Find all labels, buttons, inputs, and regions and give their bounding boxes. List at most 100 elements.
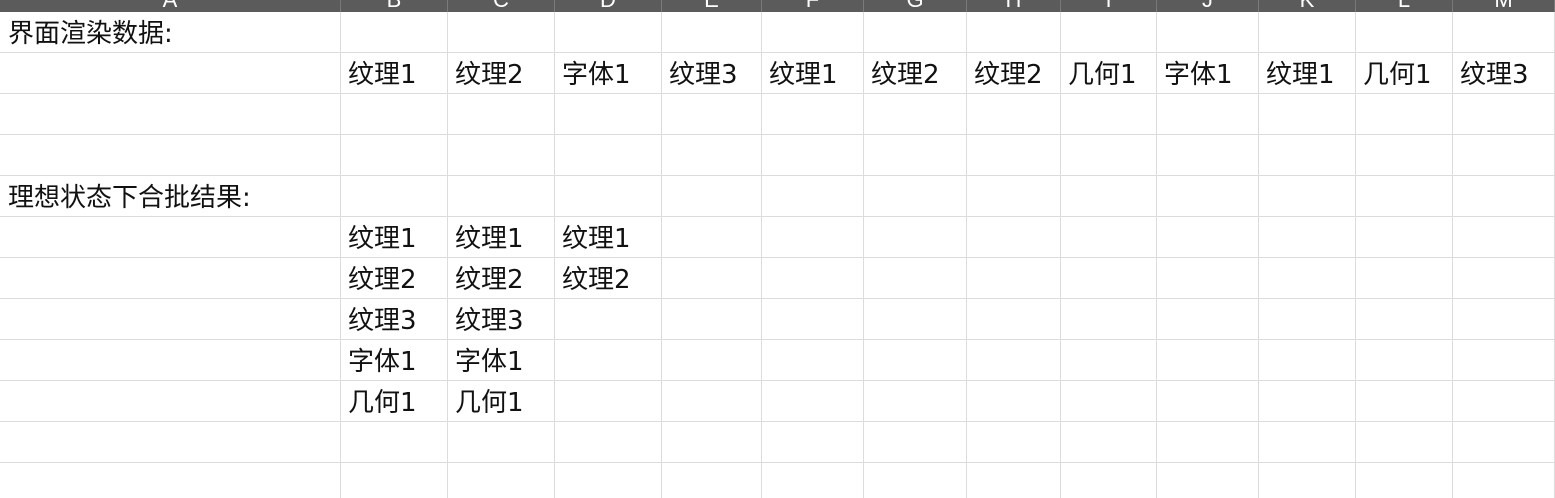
column-header-f[interactable]: F — [762, 0, 864, 12]
cell-i3[interactable] — [1061, 94, 1157, 135]
cell-c10[interactable]: 几何1 — [448, 381, 555, 422]
cell-d3[interactable] — [555, 94, 662, 135]
cell-g4[interactable] — [864, 135, 967, 176]
column-header-g[interactable]: G — [864, 0, 967, 12]
cell-i12[interactable] — [1061, 463, 1157, 498]
cell-m2[interactable]: 纹理3 — [1453, 53, 1555, 94]
cell-h6[interactable] — [967, 217, 1061, 258]
cell-l5[interactable] — [1356, 176, 1453, 217]
cell-f7[interactable] — [762, 258, 864, 299]
cell-k3[interactable] — [1259, 94, 1356, 135]
cell-m10[interactable] — [1453, 381, 1555, 422]
cell-i11[interactable] — [1061, 422, 1157, 463]
cell-i9[interactable] — [1061, 340, 1157, 381]
cell-k8[interactable] — [1259, 299, 1356, 340]
cell-b7[interactable]: 纹理2 — [341, 258, 448, 299]
cell-i8[interactable] — [1061, 299, 1157, 340]
cell-f11[interactable] — [762, 422, 864, 463]
cell-g7[interactable] — [864, 258, 967, 299]
cell-m6[interactable] — [1453, 217, 1555, 258]
cell-e3[interactable] — [662, 94, 762, 135]
cell-a11[interactable] — [0, 422, 341, 463]
cell-f10[interactable] — [762, 381, 864, 422]
cell-l7[interactable] — [1356, 258, 1453, 299]
cell-d4[interactable] — [555, 135, 662, 176]
cell-h9[interactable] — [967, 340, 1061, 381]
cell-f1[interactable] — [762, 12, 864, 53]
cell-c11[interactable] — [448, 422, 555, 463]
cell-d1[interactable] — [555, 12, 662, 53]
cell-g12[interactable] — [864, 463, 967, 498]
cell-d7[interactable]: 纹理2 — [555, 258, 662, 299]
cell-d2[interactable]: 字体1 — [555, 53, 662, 94]
column-header-m[interactable]: M — [1453, 0, 1555, 12]
cell-f9[interactable] — [762, 340, 864, 381]
cell-h3[interactable] — [967, 94, 1061, 135]
cell-j9[interactable] — [1157, 340, 1259, 381]
cell-i10[interactable] — [1061, 381, 1157, 422]
cell-l3[interactable] — [1356, 94, 1453, 135]
cell-b6[interactable]: 纹理1 — [341, 217, 448, 258]
cell-b9[interactable]: 字体1 — [341, 340, 448, 381]
cell-k9[interactable] — [1259, 340, 1356, 381]
cell-h4[interactable] — [967, 135, 1061, 176]
cell-b12[interactable] — [341, 463, 448, 498]
cell-b10[interactable]: 几何1 — [341, 381, 448, 422]
cell-j12[interactable] — [1157, 463, 1259, 498]
cell-e7[interactable] — [662, 258, 762, 299]
cell-f4[interactable] — [762, 135, 864, 176]
column-header-l[interactable]: L — [1356, 0, 1453, 12]
column-header-c[interactable]: C — [448, 0, 555, 12]
cell-e1[interactable] — [662, 12, 762, 53]
column-header-j[interactable]: J — [1157, 0, 1259, 12]
cell-g6[interactable] — [864, 217, 967, 258]
cell-b5[interactable] — [341, 176, 448, 217]
cell-j4[interactable] — [1157, 135, 1259, 176]
column-header-e[interactable]: E — [662, 0, 762, 12]
cell-c8[interactable]: 纹理3 — [448, 299, 555, 340]
cell-d9[interactable] — [555, 340, 662, 381]
cell-a9[interactable] — [0, 340, 341, 381]
cell-e5[interactable] — [662, 176, 762, 217]
cell-l8[interactable] — [1356, 299, 1453, 340]
cell-b3[interactable] — [341, 94, 448, 135]
cell-g11[interactable] — [864, 422, 967, 463]
cell-f2[interactable]: 纹理1 — [762, 53, 864, 94]
column-header-i[interactable]: I — [1061, 0, 1157, 12]
cell-c12[interactable] — [448, 463, 555, 498]
cell-c3[interactable] — [448, 94, 555, 135]
cell-h1[interactable] — [967, 12, 1061, 53]
cell-f8[interactable] — [762, 299, 864, 340]
cell-g1[interactable] — [864, 12, 967, 53]
cell-a6[interactable] — [0, 217, 341, 258]
cell-c4[interactable] — [448, 135, 555, 176]
cell-e2[interactable]: 纹理3 — [662, 53, 762, 94]
cell-d8[interactable] — [555, 299, 662, 340]
cell-k7[interactable] — [1259, 258, 1356, 299]
cell-j2[interactable]: 字体1 — [1157, 53, 1259, 94]
cell-e4[interactable] — [662, 135, 762, 176]
cell-g5[interactable] — [864, 176, 967, 217]
cell-l1[interactable] — [1356, 12, 1453, 53]
cell-j7[interactable] — [1157, 258, 1259, 299]
cell-l11[interactable] — [1356, 422, 1453, 463]
cell-i7[interactable] — [1061, 258, 1157, 299]
cell-j8[interactable] — [1157, 299, 1259, 340]
cell-h11[interactable] — [967, 422, 1061, 463]
cell-m11[interactable] — [1453, 422, 1555, 463]
cell-f12[interactable] — [762, 463, 864, 498]
cell-j11[interactable] — [1157, 422, 1259, 463]
cell-b2[interactable]: 纹理1 — [341, 53, 448, 94]
cell-d5[interactable] — [555, 176, 662, 217]
cell-l6[interactable] — [1356, 217, 1453, 258]
cell-h2[interactable]: 纹理2 — [967, 53, 1061, 94]
cell-b8[interactable]: 纹理3 — [341, 299, 448, 340]
cell-k12[interactable] — [1259, 463, 1356, 498]
cell-h5[interactable] — [967, 176, 1061, 217]
cell-l12[interactable] — [1356, 463, 1453, 498]
cell-l2[interactable]: 几何1 — [1356, 53, 1453, 94]
column-header-b[interactable]: B — [341, 0, 448, 12]
cell-l4[interactable] — [1356, 135, 1453, 176]
cell-m8[interactable] — [1453, 299, 1555, 340]
cell-m7[interactable] — [1453, 258, 1555, 299]
